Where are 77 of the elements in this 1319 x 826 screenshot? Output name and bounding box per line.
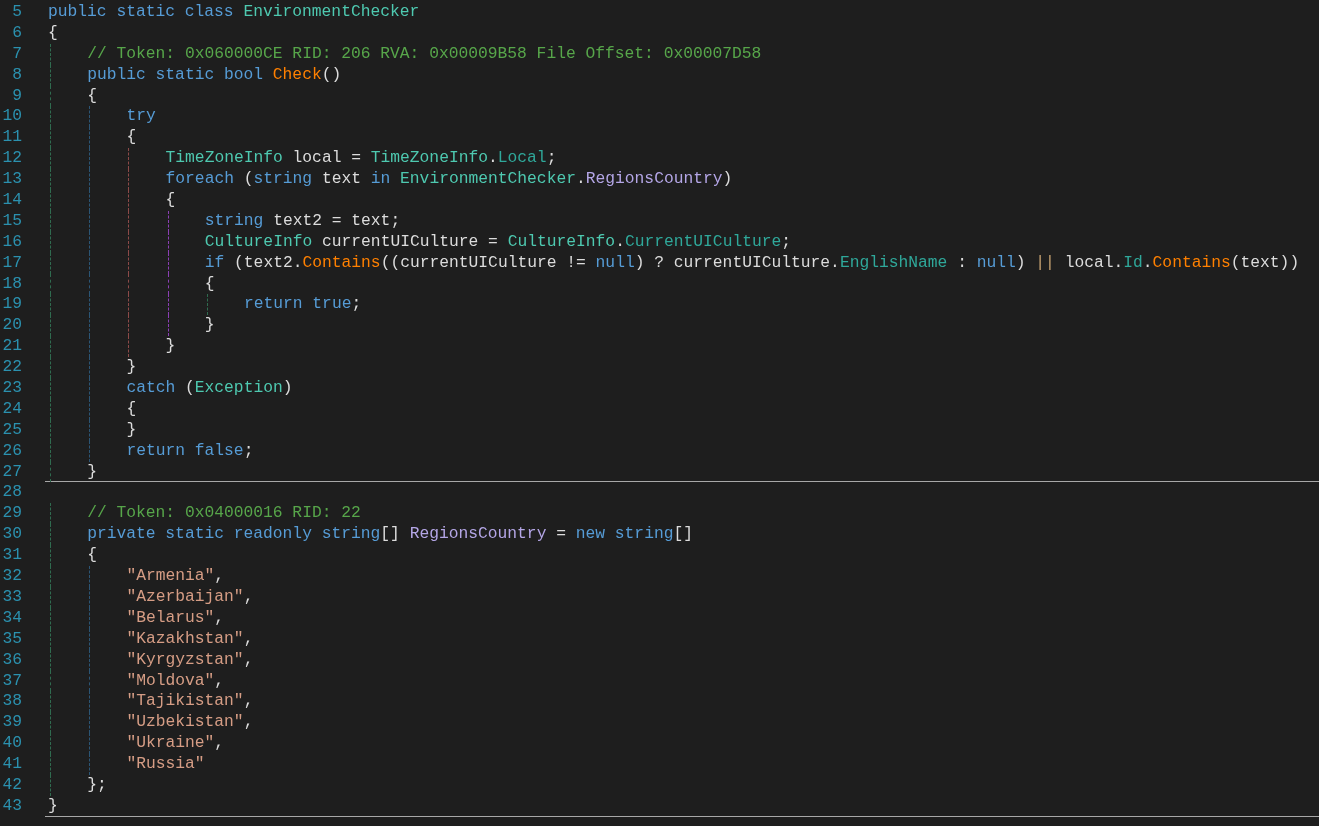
code-line: catch (Exception) [126,378,293,399]
line-number: 16 [1,231,22,253]
code-line: try [126,106,156,128]
line-number: 42 [1,774,22,796]
line-number: 40 [1,733,22,755]
line-number: 33 [1,586,22,608]
code-line: string text2 = text; [204,210,401,232]
line-number: 13 [1,169,22,190]
line-number: 37 [1,670,22,692]
code-line: "Ukraine", [126,733,225,755]
code-line: } [165,336,176,358]
code-line: "Tajikistan", [126,691,254,713]
code-line: "Moldova", [126,670,225,692]
line-number: 21 [1,336,22,358]
line-number: 34 [1,607,22,629]
line-number: 12 [1,148,22,170]
code-line: "Armenia", [126,566,225,587]
line-number: 14 [1,190,22,211]
line-number: 38 [1,691,22,713]
code-line: "Belarus", [126,607,225,629]
line-number: 31 [1,545,22,567]
line-number: 28 [1,482,22,504]
code-line: if (text2.Contains((currentUICulture != null) ? currentUICulture.EnglishName : null) || local.Id.Contains(text)) [204,252,1300,274]
code-line: "Kyrgyzstan", [126,649,254,671]
code-line: private static readonly string[] RegionsCountry = new string[] [87,524,693,546]
code-line: return false; [126,440,254,462]
code-line: // Token: 0x04000016 RID: 22 [87,503,361,525]
code-line: "Kazakhstan", [126,628,254,650]
line-number: 18 [1,273,22,295]
code-line: { [48,22,58,44]
code-line: public static bool Check() [87,64,342,86]
code-line: }; [87,774,107,796]
line-number: 26 [1,440,22,462]
line-number: 41 [1,754,22,775]
code-line: { [126,127,137,149]
line-number: 17 [1,252,22,274]
line-number: 35 [1,628,22,650]
line-number: 25 [1,419,22,441]
code-line: "Azerbaijan", [126,586,254,608]
line-number: 6 [11,22,22,44]
line-number: 19 [1,294,22,316]
line-number: 36 [1,649,22,671]
code-line: } [126,419,137,441]
code-line: } [48,795,58,816]
line-number: 7 [11,43,22,65]
line-number: 9 [11,85,22,107]
line-number: 39 [1,712,22,734]
line-number: 15 [1,210,22,232]
code-line: CultureInfo currentUICulture = CultureInfo.CurrentUICulture; [204,231,792,253]
code-line: "Russia" [126,754,205,775]
line-number: 8 [11,64,22,86]
code-line: { [87,85,97,107]
code-line: { [165,190,176,211]
code-line: TimeZoneInfo local = TimeZoneInfo.Local; [165,148,557,170]
line-number: 27 [1,461,22,483]
line-number: 24 [1,398,22,420]
line-number: 10 [1,106,22,128]
code-line: "Uzbekistan", [126,712,254,734]
code-line: } [204,315,215,337]
code-line: { [87,545,97,567]
code-line: foreach (string text in EnvironmentChecker.RegionsCountry) [165,169,733,190]
line-number: 32 [1,566,22,587]
line-number: 11 [1,127,22,149]
code-line: // Token: 0x060000CE RID: 206 RVA: 0x00009B58 File Offset: 0x00007D58 [87,43,762,65]
code-line: } [87,461,97,482]
line-number: 30 [1,524,22,546]
line-number: 29 [1,503,22,525]
line-number: 22 [1,357,22,379]
code-line: { [204,273,215,295]
line-number: 20 [1,315,22,337]
code-line: { [126,398,137,420]
line-number: 43 [1,795,22,817]
line-number: 23 [1,378,22,399]
code-line: public static class EnvironmentChecker [48,2,420,23]
code-line: return true; [243,294,362,316]
code-line: } [126,357,137,379]
line-number: 5 [11,2,22,23]
